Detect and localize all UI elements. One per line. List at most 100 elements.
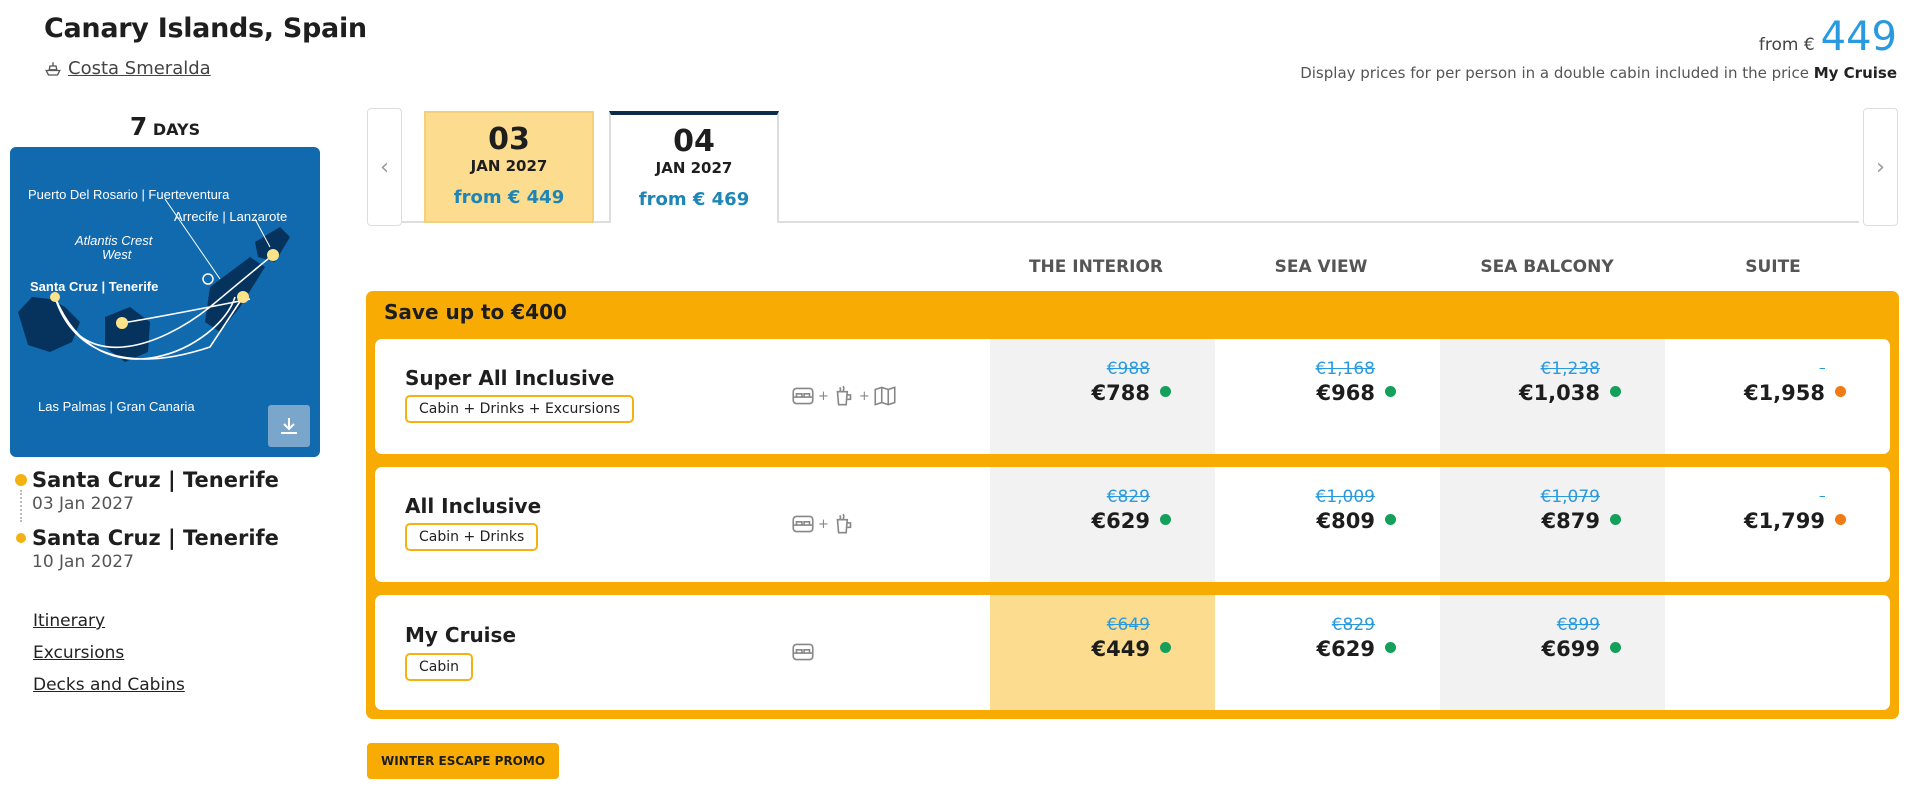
old-price: €829 [1106, 487, 1150, 507]
old-price: €649 [1106, 615, 1150, 635]
promo-badge[interactable]: WINTER ESCAPE PROMO [367, 743, 560, 779]
cruise-links: Itinerary Excursions Decks and Cabins [33, 609, 185, 705]
dates-prev-button[interactable]: ‹ [367, 108, 402, 226]
excursions-link[interactable]: Excursions [33, 641, 185, 673]
price-sea-view[interactable]: €1,168 €968 [1215, 359, 1415, 405]
date-day: 04 [673, 124, 715, 159]
old-price [1665, 487, 1825, 507]
fare-icons: + [790, 511, 857, 537]
availability-dot [1610, 514, 1621, 525]
map-label-santa-cruz: Santa Cruz | Tenerife [30, 279, 159, 294]
map-label-puerto: Puerto Del Rosario | Fuerteventura [28, 187, 230, 202]
map-label-las-palmas: Las Palmas | Gran Canaria [38, 399, 195, 414]
availability-dot [1610, 386, 1621, 397]
plus-icon: + [818, 516, 829, 532]
date-tab-04-jan[interactable]: 04 JAN 2027 from € 469 [609, 111, 779, 223]
col-suite: SUITE [1745, 257, 1801, 277]
col-sea-view: SEA VIEW [1274, 257, 1368, 277]
availability-dot [1835, 386, 1846, 397]
old-price: €988 [1106, 359, 1150, 379]
col-sea-balcony: SEA BALCONY [1480, 257, 1614, 277]
itinerary-summary: Santa Cruz | Tenerife 03 Jan 2027 Santa … [10, 468, 320, 584]
arrival-port: Santa Cruz | Tenerife [32, 526, 279, 550]
price-sea-balcony[interactable]: €899 €699 [1440, 615, 1640, 661]
old-price: €1,168 [1315, 359, 1375, 379]
date-price: from € 469 [638, 189, 750, 210]
drink-icon [836, 513, 852, 534]
new-price: €629 [1091, 509, 1150, 533]
fare-name: My Cruise [405, 623, 517, 647]
promo-panel: Save up to €400 Super All Inclusive Cabi… [366, 291, 1899, 719]
ship-name[interactable]: Costa Smeralda [68, 58, 211, 79]
price-interior[interactable]: €829 €629 [990, 487, 1190, 533]
price-sea-view[interactable]: €1,009 €809 [1215, 487, 1415, 533]
drink-icon [836, 385, 852, 406]
plus-icon: + [858, 388, 870, 404]
promo-title: Save up to €400 [384, 300, 567, 324]
from-label: from € [1758, 35, 1815, 55]
new-price: €629 [1316, 637, 1375, 661]
old-price: €1,009 [1315, 487, 1375, 507]
fare-icons [790, 639, 816, 665]
date-tab-03-jan[interactable]: 03 JAN 2027 from € 449 [424, 111, 594, 223]
price-sea-balcony[interactable]: €1,238 €1,038 [1440, 359, 1640, 405]
col-interior: THE INTERIOR [1028, 257, 1164, 277]
chevron-left-icon: ‹ [380, 154, 389, 180]
date-month: JAN 2027 [655, 159, 733, 177]
chevron-right-icon: › [1876, 154, 1885, 180]
bed-icon [792, 387, 814, 405]
fare-icons: + + [790, 383, 898, 409]
port-las-palmas [116, 317, 128, 329]
departure-date: 03 Jan 2027 [32, 494, 134, 514]
page-title: Canary Islands, Spain [44, 13, 367, 44]
port-puerto [237, 291, 249, 303]
new-price: €1,799 [1743, 509, 1825, 533]
availability-dot [1385, 514, 1396, 525]
fare-row-all-inclusive: All Inclusive Cabin + Drinks + €829 €629… [375, 467, 1890, 582]
ship-link[interactable]: Costa Smeralda [44, 58, 211, 79]
price-suite[interactable]: €1,958 [1665, 359, 1865, 405]
disclaimer-text: Display prices for per person in a doubl… [1300, 64, 1809, 82]
fare-tag: Cabin [405, 653, 474, 681]
old-price [1665, 359, 1825, 379]
download-icon [281, 418, 297, 434]
price-disclaimer: Display prices for per person in a doubl… [1300, 64, 1897, 82]
map-label-arrecife: Arrecife | Lanzarote [174, 209, 288, 224]
port-arrecife [267, 249, 279, 261]
new-price: €879 [1541, 509, 1600, 533]
old-price: €899 [1556, 615, 1600, 635]
from-value: 449 [1820, 14, 1897, 60]
availability-dot [1160, 514, 1171, 525]
old-price: €1,238 [1540, 359, 1600, 379]
location-dot-icon [16, 533, 26, 543]
date-day: 03 [488, 122, 530, 157]
price-interior-selected[interactable]: €649 €449 [990, 615, 1190, 661]
new-price: €1,038 [1518, 381, 1600, 405]
price-suite[interactable]: €1,799 [1665, 487, 1865, 533]
date-price: from € 449 [453, 187, 565, 208]
price-interior[interactable]: €988 €788 [990, 359, 1190, 405]
download-map-button[interactable] [268, 405, 310, 447]
bed-icon [792, 515, 814, 533]
from-price: from € 449 [1759, 14, 1897, 60]
decks-cabins-link[interactable]: Decks and Cabins [33, 673, 185, 705]
fare-row-super-all-inclusive: Super All Inclusive Cabin + Drinks + Exc… [375, 339, 1890, 454]
availability-dot [1385, 386, 1396, 397]
itinerary-map[interactable]: Puerto Del Rosario | Fuerteventura Arrec… [10, 147, 320, 457]
atlantis-marker [202, 273, 214, 285]
new-price: €809 [1316, 509, 1375, 533]
bed-icon [792, 643, 814, 661]
dates-next-button[interactable]: › [1863, 108, 1898, 226]
price-sea-view[interactable]: €829 €629 [1215, 615, 1415, 661]
itinerary-link[interactable]: Itinerary [33, 609, 185, 641]
plus-icon: + [818, 388, 829, 404]
ship-icon [45, 61, 61, 76]
arrival-date: 10 Jan 2027 [32, 552, 134, 572]
fare-tag: Cabin + Drinks + Excursions [405, 395, 635, 423]
new-price: €699 [1541, 637, 1600, 661]
departure-stop: Santa Cruz | Tenerife 03 Jan 2027 [10, 468, 320, 526]
new-price: €788 [1091, 381, 1150, 405]
availability-dot [1610, 642, 1621, 653]
price-sea-balcony[interactable]: €1,079 €879 [1440, 487, 1640, 533]
availability-dot [1385, 642, 1396, 653]
